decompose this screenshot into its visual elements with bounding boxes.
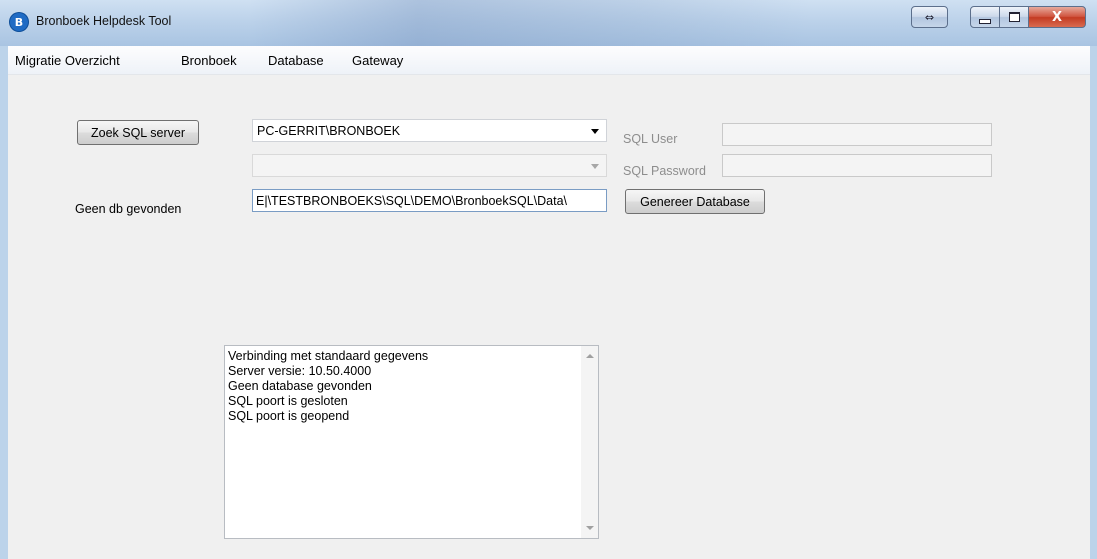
maximize-button[interactable] <box>999 6 1029 28</box>
close-button[interactable]: X <box>1028 6 1086 28</box>
generate-database-button[interactable]: Genereer Database <box>625 189 765 214</box>
database-select[interactable] <box>252 154 607 177</box>
log-line: SQL poort is gesloten <box>228 394 348 408</box>
log-line: SQL poort is geopend <box>228 409 350 423</box>
window-title: Bronboek Helpdesk Tool <box>36 14 172 28</box>
title-bar-glass <box>250 0 810 46</box>
log-output-textarea[interactable]: Verbinding met standaard gegevens Server… <box>224 345 599 539</box>
maximize-icon <box>1008 12 1020 22</box>
menu-gateway[interactable]: Gateway <box>352 53 403 68</box>
log-lines: Verbinding met standaard gegevens Server… <box>228 349 428 424</box>
double-arrow-icon: ⇔ <box>924 10 935 24</box>
log-line: Server versie: 10.50.4000 <box>228 364 372 378</box>
sql-server-select[interactable]: PC-GERRIT\BRONBOEK <box>252 119 607 142</box>
menu-bronboek[interactable]: Bronboek <box>181 53 237 68</box>
menu-bar: Migratie Overzicht Bronboek Database Gat… <box>8 46 1090 75</box>
find-sql-server-button[interactable]: Zoek SQL server <box>77 120 199 145</box>
database-path-value: E|\TESTBRONBOEKS\SQL\DEMO\BronboekSQL\Da… <box>256 194 567 208</box>
minimize-icon <box>979 18 991 24</box>
menu-database[interactable]: Database <box>268 53 324 68</box>
swap-window-button[interactable]: ⇔ <box>911 6 948 28</box>
sql-user-input[interactable] <box>722 123 992 146</box>
dropdown-arrow-icon <box>591 129 599 134</box>
db-status-label: Geen db gevonden <box>75 202 182 216</box>
dropdown-arrow-icon <box>591 164 599 169</box>
log-scrollbar[interactable] <box>581 346 598 538</box>
sql-password-input[interactable] <box>722 154 992 177</box>
sql-user-label: SQL User <box>623 132 678 146</box>
close-icon: X <box>1051 9 1063 25</box>
scroll-down-arrow-icon[interactable] <box>586 526 594 530</box>
scroll-up-arrow-icon[interactable] <box>586 354 594 358</box>
menu-migratie-overzicht[interactable]: Migratie Overzicht <box>15 53 120 68</box>
sql-server-value: PC-GERRIT\BRONBOEK <box>257 124 401 138</box>
minimize-button[interactable] <box>970 6 1000 28</box>
log-line: Verbinding met standaard gegevens <box>228 349 429 363</box>
sql-password-label: SQL Password <box>623 164 706 178</box>
title-bar[interactable]: B Bronboek Helpdesk Tool ⇔ X <box>0 0 1097 46</box>
app-icon[interactable]: B <box>10 13 28 31</box>
window-client-area: Migratie Overzicht Bronboek Database Gat… <box>8 46 1090 559</box>
database-path-input[interactable]: E|\TESTBRONBOEKS\SQL\DEMO\BronboekSQL\Da… <box>252 189 607 212</box>
log-line: Geen database gevonden <box>228 379 372 393</box>
